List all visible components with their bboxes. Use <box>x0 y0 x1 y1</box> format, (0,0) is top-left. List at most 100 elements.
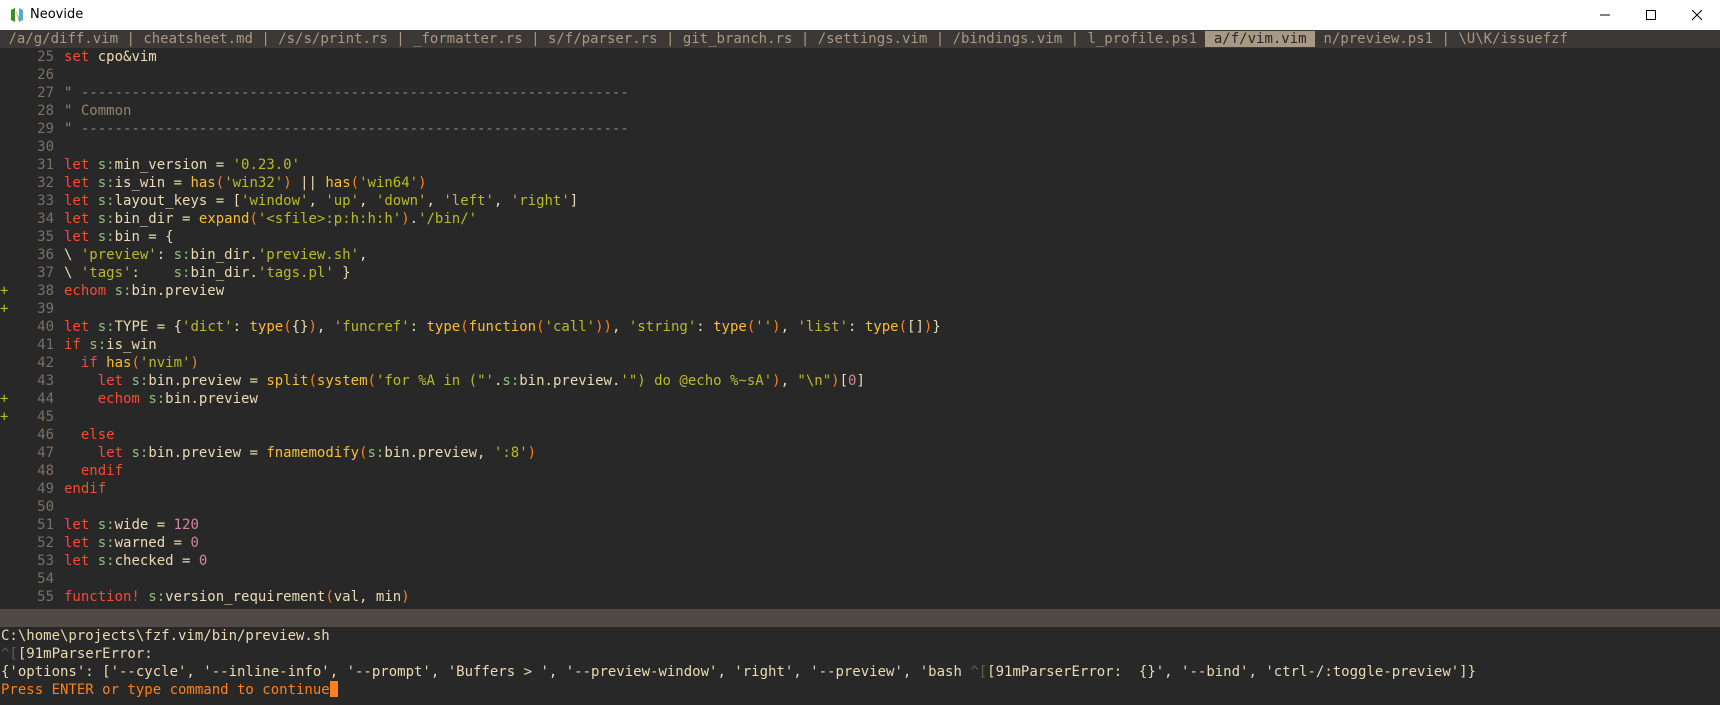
line-number: 40 <box>37 319 54 335</box>
code-token: ) <box>418 175 427 191</box>
code-token: else <box>80 427 115 443</box>
code-token: || <box>291 175 326 191</box>
code-token: ( <box>131 355 140 371</box>
code-text: " --------------------------------------… <box>64 120 629 138</box>
tab-6[interactable]: /settings.vim <box>818 31 928 47</box>
code-token: 'preview.sh' <box>257 247 360 263</box>
code-token: version_requirement <box>165 589 326 605</box>
tab-1[interactable]: cheatsheet.md <box>143 31 253 47</box>
code-token: TYPE = { <box>114 319 183 335</box>
code-token: ( <box>215 175 225 191</box>
maximize-button[interactable] <box>1628 0 1674 30</box>
tab-10[interactable]: n/preview.ps1 <box>1323 31 1433 47</box>
code-token: " --------------------------------------… <box>64 121 629 137</box>
error-text: [91mParserError: <box>17 646 153 662</box>
code-token: layout_keys = [ <box>114 193 242 209</box>
line-number: 42 <box>37 355 54 371</box>
git-sign: + <box>0 391 9 407</box>
code-token: '0.23.0' <box>232 157 301 173</box>
message-options-line: {'options': ['--cycle', '--inline-info',… <box>0 663 1720 681</box>
code-token: s: <box>114 283 132 299</box>
code-token: 'window' <box>241 193 309 209</box>
code-token: 'for %A in ("' <box>375 373 494 389</box>
code-token: 'left' <box>443 193 494 209</box>
code-line: 47 let s:bin.preview = fnamemodify(s:bin… <box>0 444 1720 462</box>
tab-0[interactable]: /a/g/diff.vim <box>8 31 118 47</box>
code-line: +45 <box>0 408 1720 426</box>
tab-4[interactable]: s/f/parser.rs <box>548 31 658 47</box>
tab-separator: | <box>387 31 414 47</box>
line-number: 47 <box>37 445 54 461</box>
code-token: endif <box>64 481 107 497</box>
code-token: let <box>64 157 90 173</box>
code-token: s: <box>131 445 149 461</box>
code-line: +44 echom s:bin.preview <box>0 390 1720 408</box>
code-token: ) <box>401 589 410 605</box>
code-line: 29 " ------------------------------------… <box>0 120 1720 138</box>
code-token: if <box>64 337 81 353</box>
code-token: min_version = <box>114 157 233 173</box>
line-number: 39 <box>37 301 54 317</box>
code-line: 40 let s:TYPE = {'dict': type({}), 'funcr… <box>0 318 1720 336</box>
code-token: )) <box>595 319 612 335</box>
continue-prompt-line[interactable]: Press ENTER or type command to continue <box>0 681 1720 699</box>
code-token: {} <box>291 319 309 335</box>
tab-5[interactable]: git_branch.rs <box>683 31 793 47</box>
code-token: type <box>713 319 747 335</box>
code-token: s: <box>97 319 115 335</box>
code-token: , <box>316 319 334 335</box>
code-token: ) <box>527 445 537 461</box>
editor-buffer[interactable]: 25 set cpo&vim 26 27 " ---------------------… <box>0 48 1720 606</box>
code-token: , <box>426 193 444 209</box>
code-token: let <box>97 445 124 461</box>
code-token: let <box>64 553 90 569</box>
code-line: 48 endif <box>0 462 1720 480</box>
code-line: 55 function! s:version_requirement(val, m… <box>0 588 1720 606</box>
tab-2[interactable]: /s/s/print.rs <box>278 31 388 47</box>
code-token: s: <box>131 373 149 389</box>
line-number: 31 <box>37 157 54 173</box>
line-number: 27 <box>37 85 54 101</box>
code-token: , <box>359 247 368 263</box>
code-line: +38 echom s:bin.preview <box>0 282 1720 300</box>
code-text: endif <box>64 462 123 480</box>
tab-3[interactable]: _formatter.rs <box>413 31 523 47</box>
close-button[interactable] <box>1674 0 1720 30</box>
code-token: ( <box>898 319 908 335</box>
code-line: +39 <box>0 300 1720 318</box>
code-token: echom <box>64 283 107 299</box>
code-text: let s:bin = { <box>64 228 174 246</box>
code-line: 46 else <box>0 426 1720 444</box>
control-char: ^[ <box>1 646 18 662</box>
code-token: let <box>64 229 90 245</box>
line-number: 37 <box>37 265 54 281</box>
code-text: let s:bin.preview = fnamemodify(s:bin.pr… <box>64 444 536 462</box>
code-token: bin.preview = <box>148 373 267 389</box>
close-icon <box>1692 10 1702 20</box>
code-text: let s:is_win = has('win32') || has('win6… <box>64 174 427 192</box>
code-token: s: <box>502 373 520 389</box>
code-line: 30 <box>0 138 1720 156</box>
tab-9[interactable]: a/f/vim.vim <box>1205 31 1316 47</box>
code-token: let <box>64 193 90 209</box>
minimize-button[interactable] <box>1582 0 1628 30</box>
code-token: fnamemodify <box>266 445 360 461</box>
code-text: else <box>64 426 115 444</box>
line-number: 36 <box>37 247 54 263</box>
code-token: ] <box>569 193 579 209</box>
code-token: '' <box>755 319 773 335</box>
code-token: has <box>106 355 132 371</box>
tab-7[interactable]: /bindings.vim <box>953 31 1063 47</box>
line-number: 41 <box>37 337 54 353</box>
code-token: is_win <box>106 337 157 353</box>
tab-11[interactable]: \U\K/issuefzf <box>1458 31 1568 47</box>
tab-8[interactable]: l_profile.ps1 <box>1087 31 1197 47</box>
code-text: let s:warned = 0 <box>64 534 199 552</box>
code-text: endif <box>64 480 106 498</box>
code-token: ) <box>772 319 781 335</box>
